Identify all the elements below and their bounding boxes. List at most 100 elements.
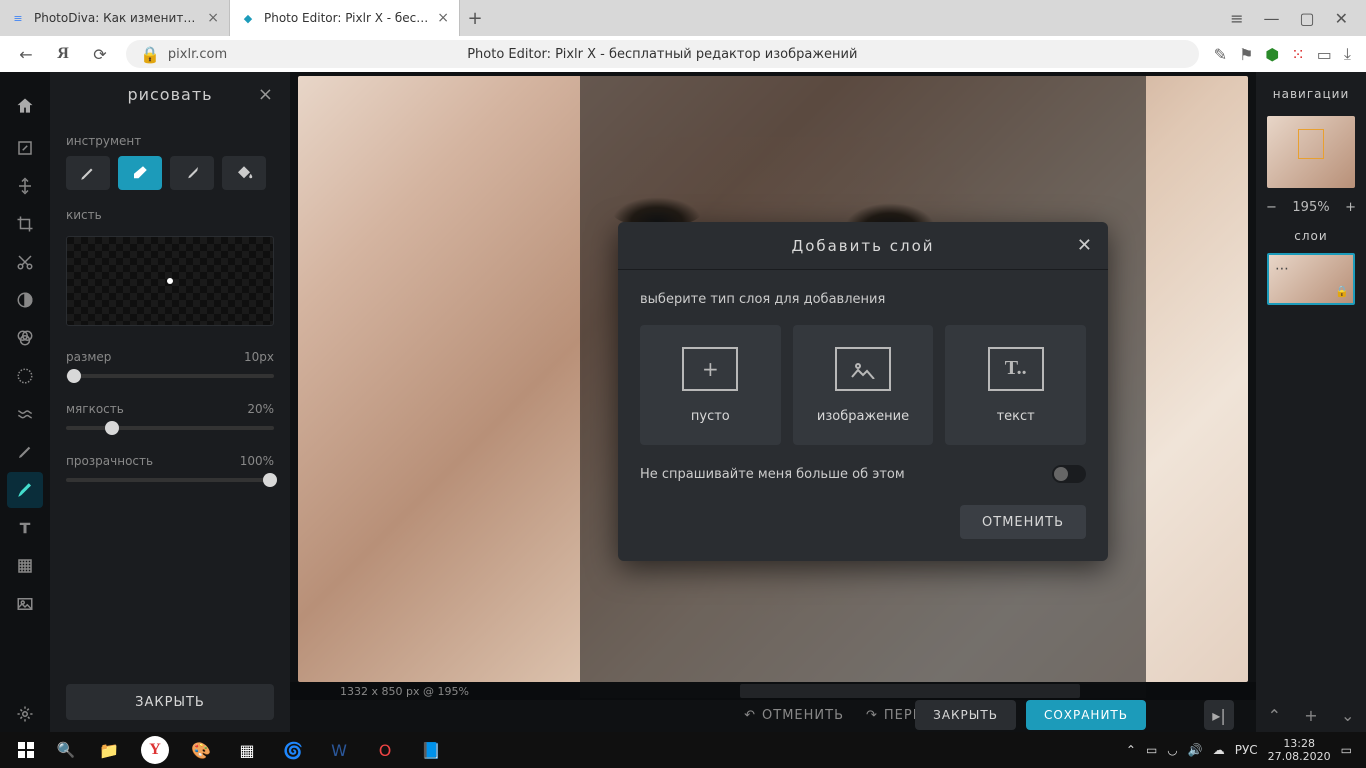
wifi-tray-icon[interactable]: ◡ xyxy=(1167,743,1177,757)
settings-icon[interactable] xyxy=(7,696,43,732)
url-input[interactable]: 🔒 pixlr.com Photo Editor: Pixlr X - бесп… xyxy=(126,40,1199,68)
docs-icon: ≡ xyxy=(10,10,26,26)
notifications-icon[interactable]: ▭ xyxy=(1341,743,1352,757)
element-tool-icon[interactable] xyxy=(7,548,43,584)
close-window-icon[interactable]: ✕ xyxy=(1335,9,1348,28)
calc-app-icon[interactable]: ▦ xyxy=(224,732,270,768)
notes-app-icon[interactable]: 📘 xyxy=(408,732,454,768)
draw-tool-icon[interactable] xyxy=(7,472,43,508)
slider-thumb[interactable] xyxy=(263,473,277,487)
tab-photodiva[interactable]: ≡ PhotoDiva: Как изменить цвет × xyxy=(0,0,230,36)
shield-icon[interactable]: ⬢ xyxy=(1265,45,1279,64)
navigation-title: навигации xyxy=(1273,72,1350,116)
back-icon[interactable]: ← xyxy=(15,45,37,64)
close-panel-button[interactable]: ЗАКРЫТЬ xyxy=(66,684,274,720)
maximize-icon[interactable]: ▢ xyxy=(1299,9,1314,28)
word-app-icon[interactable]: W xyxy=(316,732,362,768)
fill-tool-button[interactable] xyxy=(222,156,266,190)
language-indicator[interactable]: РУС xyxy=(1235,743,1258,757)
paint-app-icon[interactable]: 🎨 xyxy=(178,732,224,768)
tab-pixlr[interactable]: ◆ Photo Editor: Pixlr X - бесплат × xyxy=(230,0,460,36)
menu-icon[interactable]: ≡ xyxy=(1230,9,1243,28)
save-button[interactable]: СОХРАНИТЬ xyxy=(1026,700,1146,730)
add-image-icon[interactable] xyxy=(7,586,43,622)
crop-tool-icon[interactable] xyxy=(7,206,43,242)
close-panel-icon[interactable]: × xyxy=(258,84,274,105)
search-button[interactable]: 🔍 xyxy=(46,732,86,768)
extension-icon[interactable]: ⁙ xyxy=(1291,45,1304,64)
liquify-tool-icon[interactable] xyxy=(7,396,43,432)
opera-app-icon[interactable]: O xyxy=(362,732,408,768)
minimize-icon[interactable]: — xyxy=(1263,9,1279,28)
modal-title: Добавить слой xyxy=(791,237,934,255)
add-layer-button[interactable]: + xyxy=(1304,706,1317,725)
image-layer-button[interactable]: изображение xyxy=(793,325,934,445)
size-label: размер xyxy=(66,350,111,364)
text-layer-button[interactable]: T.. текст xyxy=(945,325,1086,445)
download-icon[interactable]: ⤓ xyxy=(1344,44,1351,64)
close-icon[interactable]: × xyxy=(207,10,219,26)
volume-tray-icon[interactable]: 🔊 xyxy=(1188,743,1203,757)
layer-item[interactable]: ⋯ 🔒 xyxy=(1267,253,1355,305)
chevron-up-icon[interactable]: ⌃ xyxy=(1268,706,1281,725)
snip-app-icon[interactable]: 🌀 xyxy=(270,732,316,768)
cloud-tray-icon[interactable]: ☁ xyxy=(1213,743,1225,757)
modal-body: выберите тип слоя для добавления + пусто… xyxy=(618,270,1108,561)
edit-tool-icon[interactable] xyxy=(7,130,43,166)
close-icon[interactable]: × xyxy=(437,10,449,26)
effect-tool-icon[interactable] xyxy=(7,358,43,394)
zoom-controls: − 195% + xyxy=(1256,196,1366,219)
cut-tool-icon[interactable] xyxy=(7,244,43,280)
address-icons: ✎ ⚑ ⬢ ⁙ ▭ ⤓ xyxy=(1214,44,1351,64)
wand-icon[interactable]: ✎ xyxy=(1214,45,1227,64)
modal-overlay: Добавить слой ✕ выберите тип слоя для до… xyxy=(580,72,1146,698)
modal-close-icon[interactable]: ✕ xyxy=(1077,235,1094,256)
layer-menu-icon[interactable]: ⋯ xyxy=(1275,261,1290,277)
tray-chevron-icon[interactable]: ⌃ xyxy=(1126,743,1136,757)
brush-section-label: кисть xyxy=(66,208,274,222)
explorer-app-icon[interactable]: 📁 xyxy=(86,732,132,768)
dont-ask-toggle[interactable] xyxy=(1052,465,1086,483)
softness-slider[interactable] xyxy=(66,426,274,430)
navigator-thumb[interactable] xyxy=(1267,116,1355,188)
zoom-value: 195% xyxy=(1292,200,1329,215)
brush-preview[interactable] xyxy=(66,236,274,326)
chevron-down-icon[interactable]: ⌄ xyxy=(1341,706,1354,725)
yandex-app-icon[interactable]: Y xyxy=(141,736,169,764)
arrange-tool-icon[interactable] xyxy=(7,168,43,204)
size-slider[interactable] xyxy=(66,374,274,378)
bookmark-icon[interactable]: ⚑ xyxy=(1239,45,1253,64)
retouch-tool-icon[interactable] xyxy=(7,434,43,470)
adjust-tool-icon[interactable] xyxy=(7,282,43,318)
new-tab-button[interactable]: + xyxy=(460,0,490,36)
close-button[interactable]: ЗАКРЫТЬ xyxy=(915,700,1016,730)
lock-icon[interactable]: 🔒 xyxy=(1335,285,1349,299)
expand-button[interactable]: ▸| xyxy=(1204,700,1234,730)
url-text: pixlr.com xyxy=(168,47,227,62)
cancel-button[interactable]: ОТМЕНИТЬ xyxy=(960,505,1086,539)
battery-tray-icon[interactable]: ▭ xyxy=(1146,743,1157,757)
home-icon[interactable] xyxy=(7,84,43,128)
eraser-tool-button[interactable] xyxy=(118,156,162,190)
filter-tool-icon[interactable] xyxy=(7,320,43,356)
slider-thumb[interactable] xyxy=(67,369,81,383)
image-layer-label: изображение xyxy=(817,409,909,424)
opacity-slider[interactable] xyxy=(66,478,274,482)
start-button[interactable] xyxy=(6,732,46,768)
yandex-icon[interactable]: Я xyxy=(52,45,74,63)
text-tool-icon[interactable] xyxy=(7,510,43,546)
zoom-in-button[interactable]: + xyxy=(1345,200,1356,215)
color-pick-button[interactable] xyxy=(170,156,214,190)
pixlr-app: рисовать × инструмент кисть размер10px м… xyxy=(0,72,1366,732)
undo-button[interactable]: ↶ОТМЕНИТЬ xyxy=(744,708,844,723)
clock[interactable]: 13:28 27.08.2020 xyxy=(1268,737,1331,763)
battery-icon[interactable]: ▭ xyxy=(1317,45,1332,64)
empty-layer-button[interactable]: + пусто xyxy=(640,325,781,445)
pen-tool-button[interactable] xyxy=(66,156,110,190)
reload-icon[interactable]: ⟳ xyxy=(89,45,111,64)
date-text: 27.08.2020 xyxy=(1268,750,1331,763)
add-layer-modal: Добавить слой ✕ выберите тип слоя для до… xyxy=(618,222,1108,561)
page-title: Photo Editor: Pixlr X - бесплатный редак… xyxy=(467,47,857,62)
zoom-out-button[interactable]: − xyxy=(1266,200,1277,215)
slider-thumb[interactable] xyxy=(105,421,119,435)
